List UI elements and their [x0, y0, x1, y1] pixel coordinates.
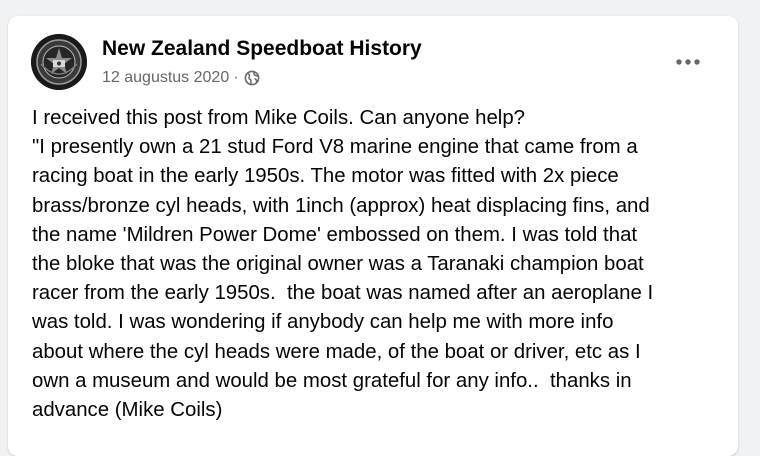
club-emblem-icon [31, 34, 87, 90]
post-card: New Zealand Speedboat History 12 augustu… [8, 16, 738, 456]
meta-separator: · [233, 69, 239, 86]
post-text-line: I received this post from Mike Coils. Ca… [32, 107, 526, 129]
post-text-line: brass/bronze cyl heads, with 1inch (appr… [32, 194, 650, 217]
post-date-link[interactable]: 12 augustus 2020 [102, 69, 229, 87]
post-meta: 12 augustus 2020 · [102, 67, 260, 89]
post-text-line: advance (Mike Coils) [32, 399, 223, 422]
post-text-line: racer from the early 1950s. the boat was… [32, 282, 654, 305]
page-avatar[interactable] [31, 34, 87, 90]
post-text-line: about where the cyl heads were made, of … [32, 340, 641, 363]
post-body: I received this post from Mike Coils. Ca… [32, 104, 732, 425]
globe-icon[interactable] [244, 70, 260, 86]
post-header: New Zealand Speedboat History 12 augustu… [8, 16, 738, 96]
post-text-line: "I presently own a 21 stud Ford V8 marin… [32, 136, 638, 159]
post-text-line: the bloke that was the original owner wa… [32, 253, 644, 276]
more-options-icon [676, 59, 700, 65]
page-name-link[interactable]: New Zealand Speedboat History [102, 37, 422, 61]
post-text-line: own a museum and would be most grateful … [32, 369, 632, 392]
more-options-button[interactable] [668, 44, 708, 80]
post-text-line: racing boat in the early 1950s. The moto… [32, 165, 619, 188]
post-text-line: the name 'Mildren Power Dome' embossed o… [32, 223, 638, 246]
post-text-line: was told. I was wondering if anybody can… [32, 311, 614, 334]
